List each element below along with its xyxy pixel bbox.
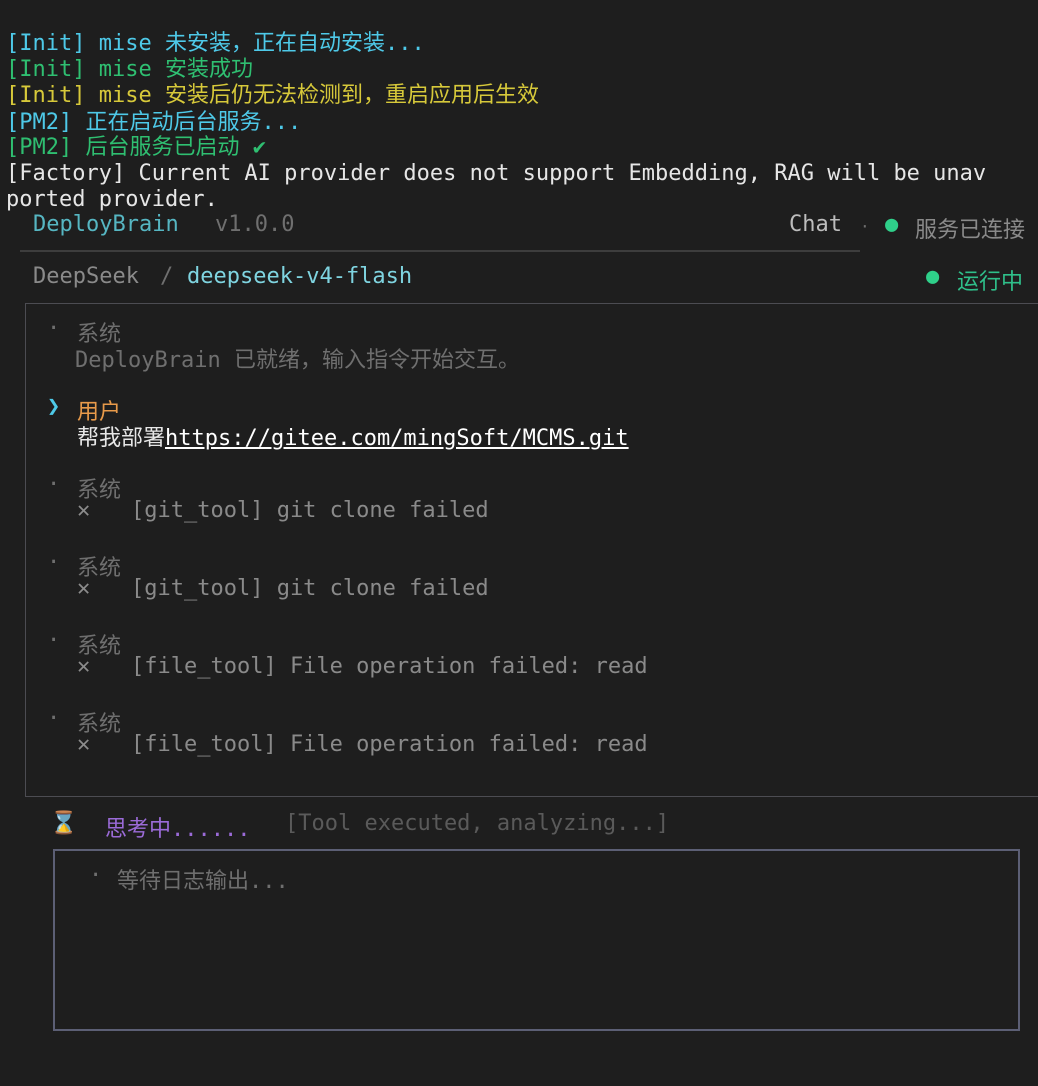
header-divider (20, 250, 860, 252)
message-marker: · (47, 706, 61, 731)
model-separator: / (160, 264, 174, 289)
app-version: v1.0.0 (215, 212, 295, 237)
repo-link[interactable]: https://gitee.com/mingSoft/MCMS.git (165, 426, 629, 451)
connection-status-dot: ● (885, 212, 899, 237)
thinking-label: 思考中...... (105, 817, 251, 842)
error-x-icon: ✕ (77, 654, 91, 679)
log-placeholder: 等待日志输出... (117, 869, 289, 894)
log-line-pm2-started: [PM2] 后台服务已启动 ✔ (6, 135, 266, 160)
message-text: [git_tool] git clone failed (131, 498, 489, 523)
app-name: DeployBrain (33, 212, 179, 237)
log-line-factory: [Factory] Current AI provider does not s… (6, 161, 987, 186)
thinking-detail: [Tool executed, analyzing...] (285, 811, 670, 836)
error-x-icon: ✕ (77, 498, 91, 523)
log-line-init-success: [Init] mise 安装成功 (6, 57, 253, 82)
message-marker: · (47, 316, 61, 341)
run-status-dot: ● (926, 264, 940, 289)
provider-name[interactable]: DeepSeek (33, 264, 139, 289)
model-name[interactable]: deepseek-v4-flash (187, 264, 412, 289)
message-text: [file_tool] File operation failed: read (131, 654, 648, 679)
message-marker: · (47, 628, 61, 653)
message-text: DeployBrain 已就绪，输入指令开始交互。 (75, 348, 520, 373)
error-x-icon: ✕ (77, 576, 91, 601)
message-text: 帮我部署https://gitee.com/mingSoft/MCMS.git (77, 420, 629, 452)
user-text: 帮我部署 (77, 426, 166, 451)
message-text: [file_tool] File operation failed: read (131, 732, 648, 757)
tab-chat[interactable]: Chat (789, 212, 842, 237)
header-separator: · (860, 217, 870, 236)
connection-status: 服务已连接 (915, 218, 1026, 243)
message-marker: · (47, 472, 61, 497)
error-x-icon: ✕ (77, 732, 91, 757)
log-line-init-warning: [Init] mise 安装后仍无法检测到，重启应用后生效 (6, 83, 539, 108)
log-line-init-installing: [Init] mise 未安装，正在自动安装... (6, 31, 425, 56)
user-prompt-icon: ❯ (47, 394, 61, 419)
log-marker: · (89, 863, 103, 888)
log-line-factory-wrap: ported provider. (6, 187, 218, 212)
chat-history-panel[interactable] (25, 303, 1038, 797)
log-line-pm2-starting: [PM2] 正在启动后台服务... (6, 110, 302, 135)
message-text: [git_tool] git clone failed (131, 576, 489, 601)
hourglass-icon: ⌛ (50, 811, 78, 836)
message-marker: · (47, 550, 61, 575)
run-status: 运行中 (957, 270, 1024, 295)
